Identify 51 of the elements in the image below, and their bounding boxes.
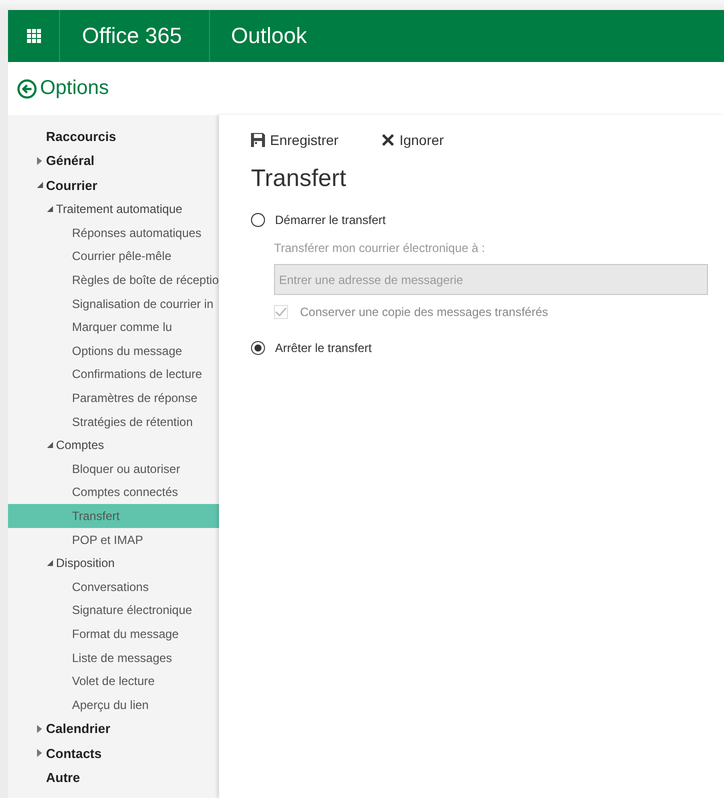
section-heading: Transfert xyxy=(251,165,348,193)
sidebar-item[interactable]: Conversations xyxy=(8,575,219,599)
sidebar-item[interactable]: Disposition xyxy=(8,551,219,575)
sidebar-item[interactable]: Volet de lecture xyxy=(8,669,219,693)
sidebar-item[interactable]: Transfert xyxy=(8,504,219,528)
field-label: Transférer mon courrier électronique à : xyxy=(274,241,486,255)
sidebar-item[interactable]: Paramètres de réponse xyxy=(8,386,219,410)
sidebar-item[interactable]: Signature électronique xyxy=(8,598,219,622)
sidebar-item[interactable]: Marquer comme lu xyxy=(8,315,219,340)
radio-button[interactable] xyxy=(251,213,265,227)
expanded-triangle-icon[interactable] xyxy=(47,206,53,212)
close-icon xyxy=(382,134,394,146)
sidebar-item[interactable]: Bloquer ou autoriser xyxy=(8,457,219,481)
expanded-triangle-icon[interactable] xyxy=(47,442,53,448)
app-launcher-icon[interactable] xyxy=(26,29,40,43)
sidebar-item[interactable]: Stratégies de rétention xyxy=(8,410,219,434)
save-button[interactable]: Enregistrer xyxy=(251,132,338,148)
radio-label: Démarrer le transfert xyxy=(275,213,386,227)
sidebar-item[interactable]: Traitement automatique xyxy=(8,198,219,222)
sidebar-item[interactable]: Liste de messages xyxy=(8,646,219,670)
collapsed-triangle-icon[interactable] xyxy=(37,749,42,758)
sidebar-item[interactable]: Contacts xyxy=(8,741,219,766)
page-title: Options xyxy=(40,77,109,100)
sidebar-item[interactable]: POP et IMAP xyxy=(8,528,219,552)
sidebar-item[interactable]: Format du message xyxy=(8,622,219,646)
radio-button[interactable] xyxy=(251,341,265,355)
sidebar-item[interactable]: Courrier xyxy=(8,173,219,198)
discard-button[interactable]: Ignorer xyxy=(382,132,444,148)
save-icon xyxy=(251,133,265,147)
sidebar-item[interactable]: Réponses automatiques xyxy=(8,221,219,245)
sidebar-item[interactable]: Courrier pêle-mêle xyxy=(8,244,219,268)
sidebar-item[interactable]: Comptes connectés xyxy=(8,480,219,504)
back-icon[interactable] xyxy=(17,78,37,98)
checkbox-label: Conserver une copie des messages transférés xyxy=(300,305,548,319)
sidebar-item[interactable]: Autre xyxy=(8,766,219,790)
sidebar-item[interactable]: Options du message xyxy=(8,339,219,363)
sidebar-item[interactable]: Aperçu du lien xyxy=(8,692,219,717)
collapsed-triangle-icon[interactable] xyxy=(37,724,42,733)
sidebar-item[interactable]: Raccourcis xyxy=(8,124,219,148)
sidebar-item[interactable]: Calendrier xyxy=(8,716,219,742)
expanded-triangle-icon[interactable] xyxy=(37,182,43,188)
expanded-triangle-icon[interactable] xyxy=(47,560,53,566)
app-name[interactable]: Outlook xyxy=(231,23,307,49)
collapsed-triangle-icon[interactable] xyxy=(37,156,42,165)
suite-name[interactable]: Office 365 xyxy=(82,23,182,49)
sidebar-item[interactable]: Comptes xyxy=(8,433,219,458)
sidebar-item[interactable]: Général xyxy=(8,148,219,173)
radio-label: Arrêter le transfert xyxy=(275,341,372,355)
sidebar-item[interactable]: Signalisation de courrier in xyxy=(8,292,219,316)
sidebar-item[interactable]: Règles de boîte de réceptio xyxy=(8,268,219,292)
sidebar-item[interactable]: Confirmations de lecture xyxy=(8,362,219,386)
